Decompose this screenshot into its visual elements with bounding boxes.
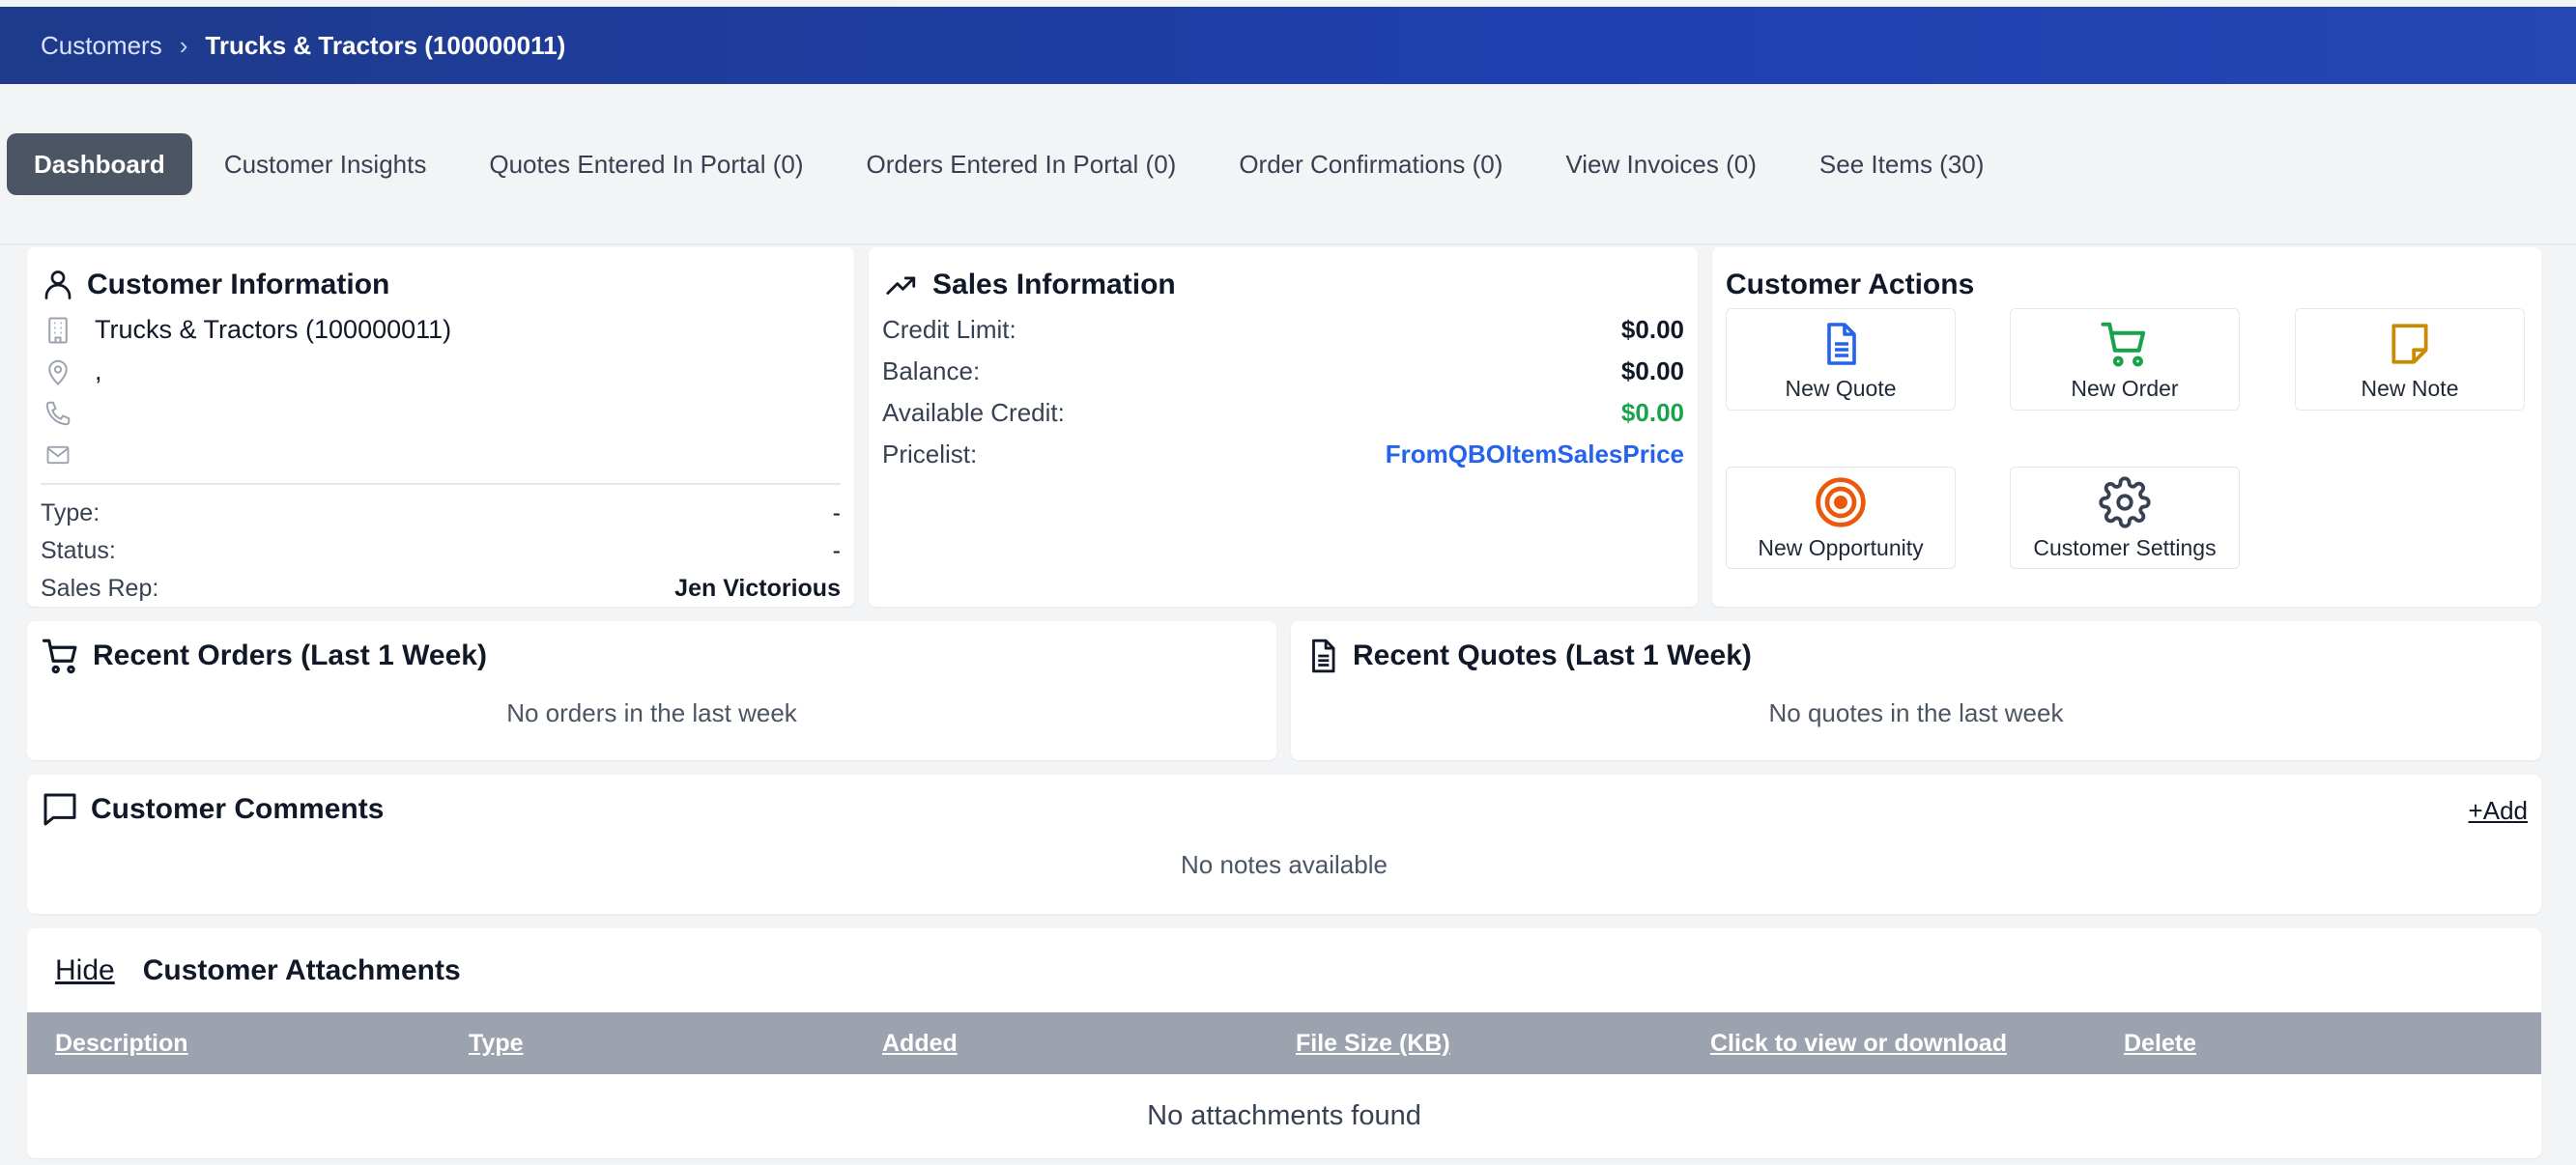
tab-orders-entered[interactable]: Orders Entered In Portal (0) bbox=[836, 133, 1208, 195]
tab-dashboard[interactable]: Dashboard bbox=[7, 133, 192, 195]
type-label: Type: bbox=[41, 499, 100, 526]
customer-information-card: Customer Information Trucks & Tractors (… bbox=[27, 247, 854, 607]
tab-order-confirmations[interactable]: Order Confirmations (0) bbox=[1208, 133, 1533, 195]
status-row: Status: - bbox=[41, 532, 841, 570]
available-credit-label: Available Credit: bbox=[882, 398, 1065, 427]
recent-quotes-empty: No quotes in the last week bbox=[1768, 698, 2064, 727]
recent-orders-header: Recent Orders (Last 1 Week) bbox=[41, 635, 1263, 677]
recent-quotes-title: Recent Quotes (Last 1 Week) bbox=[1353, 639, 1752, 671]
sales-rep-value: Jen Victorious bbox=[674, 575, 841, 602]
column-view-download[interactable]: Click to view or download bbox=[1710, 1030, 2007, 1058]
recent-orders-title: Recent Orders (Last 1 Week) bbox=[93, 639, 487, 671]
balance-label: Balance: bbox=[882, 356, 981, 385]
comment-icon bbox=[43, 793, 76, 826]
trending-up-icon bbox=[886, 276, 916, 295]
tab-customer-insights[interactable]: Customer Insights bbox=[193, 133, 458, 195]
tab-view-invoices[interactable]: View Invoices (0) bbox=[1534, 133, 1788, 195]
customer-settings-button[interactable]: Customer Settings bbox=[2010, 467, 2240, 569]
customer-email-row bbox=[41, 434, 841, 475]
pricelist-link[interactable]: FromQBOItemSalesPrice bbox=[1386, 440, 1684, 469]
sales-rep-label: Sales Rep: bbox=[41, 575, 159, 602]
attachments-header: Hide Customer Attachments bbox=[27, 928, 2541, 1012]
available-credit-value: $0.00 bbox=[1620, 398, 1684, 427]
phone-icon bbox=[41, 398, 75, 429]
map-pin-icon bbox=[41, 355, 75, 388]
new-note-label: New Note bbox=[2361, 375, 2459, 401]
column-delete[interactable]: Delete bbox=[2124, 1030, 2196, 1058]
breadcrumb-current: Trucks & Tractors (100000011) bbox=[205, 30, 566, 60]
credit-limit-label: Credit Limit: bbox=[882, 315, 1016, 344]
customer-actions-title: Customer Actions bbox=[1726, 269, 1975, 300]
gear-icon bbox=[2099, 475, 2151, 528]
note-icon bbox=[2391, 323, 2428, 364]
customer-address-row: , bbox=[41, 351, 841, 392]
customer-comments-title: Customer Comments bbox=[91, 793, 385, 825]
customer-comments-card: Customer Comments +Add No notes availabl… bbox=[27, 775, 2541, 914]
tab-see-items[interactable]: See Items (30) bbox=[1789, 133, 2016, 195]
add-comment-link[interactable]: +Add bbox=[2469, 796, 2528, 826]
pricelist-row: Pricelist: FromQBOItemSalesPrice bbox=[882, 434, 1684, 475]
new-note-button[interactable]: New Note bbox=[2295, 308, 2525, 411]
recent-orders-card: Recent Orders (Last 1 Week) No orders in… bbox=[27, 621, 1276, 760]
column-description[interactable]: Description bbox=[55, 1030, 188, 1058]
breadcrumb: Customers › Trucks & Tractors (100000011… bbox=[0, 7, 2576, 84]
mail-icon bbox=[41, 441, 75, 469]
status-value: - bbox=[832, 537, 841, 564]
recent-orders-empty: No orders in the last week bbox=[506, 698, 797, 727]
breadcrumb-separator: › bbox=[179, 30, 188, 60]
recent-quotes-card: Recent Quotes (Last 1 Week) No quotes in… bbox=[1291, 621, 2541, 760]
tab-bar: Dashboard Customer Insights Quotes Enter… bbox=[0, 126, 2541, 203]
document-icon bbox=[1827, 322, 1856, 365]
customer-information-header: Customer Information bbox=[41, 261, 841, 309]
hide-attachments-link[interactable]: Hide bbox=[55, 954, 115, 987]
comments-empty: No notes available bbox=[1181, 850, 1388, 879]
sales-rep-row: Sales Rep: Jen Victorious bbox=[41, 570, 841, 608]
balance-row: Balance: $0.00 bbox=[882, 351, 1684, 392]
customer-information-title: Customer Information bbox=[87, 269, 390, 300]
recent-quotes-header: Recent Quotes (Last 1 Week) bbox=[1304, 635, 2528, 677]
type-value: - bbox=[832, 499, 841, 526]
section-divider bbox=[0, 243, 2576, 245]
credit-limit-value: $0.00 bbox=[1620, 315, 1684, 344]
customer-phone-row bbox=[41, 392, 841, 434]
type-row: Type: - bbox=[41, 495, 841, 532]
column-type[interactable]: Type bbox=[469, 1030, 524, 1058]
cart-icon bbox=[2101, 322, 2146, 366]
attachments-table-header: Description Type Added File Size (KB) Cl… bbox=[27, 1012, 2541, 1074]
tab-quotes-entered[interactable]: Quotes Entered In Portal (0) bbox=[458, 133, 834, 195]
available-credit-row: Available Credit: $0.00 bbox=[882, 392, 1684, 434]
new-quote-button[interactable]: New Quote bbox=[1726, 308, 1956, 411]
attachments-title: Customer Attachments bbox=[142, 953, 461, 986]
pricelist-label: Pricelist: bbox=[882, 440, 978, 469]
document-icon bbox=[1312, 639, 1335, 673]
sales-information-header: Sales Information bbox=[882, 261, 1684, 309]
new-opportunity-button[interactable]: New Opportunity bbox=[1726, 467, 1956, 569]
customer-attachments-card: Hide Customer Attachments Description Ty… bbox=[27, 928, 2541, 1158]
new-order-label: New Order bbox=[2071, 375, 2179, 401]
cart-icon bbox=[42, 639, 77, 674]
customer-settings-label: Customer Settings bbox=[2033, 534, 2217, 560]
info-divider bbox=[41, 483, 841, 485]
customer-address: , bbox=[95, 356, 102, 385]
target-icon bbox=[1816, 476, 1866, 527]
attachments-empty: No attachments found bbox=[1147, 1100, 1421, 1131]
credit-limit-row: Credit Limit: $0.00 bbox=[882, 309, 1684, 351]
customer-name: Trucks & Tractors (100000011) bbox=[95, 315, 452, 344]
breadcrumb-customers-link[interactable]: Customers bbox=[41, 31, 162, 61]
column-added[interactable]: Added bbox=[882, 1030, 958, 1058]
new-quote-label: New Quote bbox=[1785, 375, 1897, 401]
sales-information-title: Sales Information bbox=[932, 269, 1176, 300]
building-icon bbox=[41, 314, 75, 347]
new-opportunity-label: New Opportunity bbox=[1758, 534, 1924, 560]
column-file-size[interactable]: File Size (KB) bbox=[1296, 1030, 1450, 1058]
status-label: Status: bbox=[41, 537, 116, 564]
customer-name-row: Trucks & Tractors (100000011) bbox=[41, 309, 841, 351]
new-order-button[interactable]: New Order bbox=[2010, 308, 2240, 411]
customer-actions-card: Customer Actions New Quote New Order New… bbox=[1712, 247, 2541, 607]
user-icon bbox=[44, 270, 72, 299]
customer-comments-header: Customer Comments bbox=[41, 788, 2528, 831]
balance-value: $0.00 bbox=[1620, 356, 1684, 385]
sales-information-card: Sales Information Credit Limit: $0.00 Ba… bbox=[869, 247, 1698, 607]
